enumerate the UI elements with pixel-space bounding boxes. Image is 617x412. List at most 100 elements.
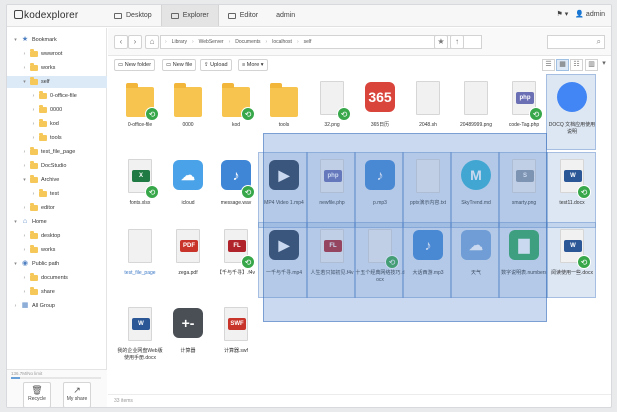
file-item[interactable]: ⟲ 0-office-file: [114, 74, 164, 150]
forward-button[interactable]: ›: [128, 35, 142, 49]
file-item[interactable]: Ssmarty.png: [498, 152, 548, 228]
upload-button[interactable]: ⇪ Upload: [200, 59, 232, 71]
more-button[interactable]: ≡ More ▾: [238, 59, 268, 71]
menu-item-editor[interactable]: Editor: [219, 5, 267, 26]
tree-item-9[interactable]: › DocStudio: [7, 160, 107, 172]
file-item[interactable]: ♪ 大话西游.mp3: [402, 222, 452, 298]
tree-item-5[interactable]: › 0000: [7, 104, 107, 116]
split-view-icon[interactable]: ☷: [570, 59, 583, 71]
file-item[interactable]: ▶ MP4 Video 1.mp4: [258, 152, 308, 228]
file-item[interactable]: ♪ ⟲ message.wav: [210, 152, 260, 228]
expand-arrow-icon[interactable]: ›: [13, 303, 18, 309]
breadcrumb-item[interactable]: self: [301, 39, 315, 45]
expand-arrow-icon[interactable]: ›: [22, 149, 27, 155]
breadcrumb-item[interactable]: Documents: [232, 39, 263, 45]
file-item[interactable]: ☁ 天气: [450, 222, 500, 298]
expand-arrow-icon[interactable]: ›: [22, 247, 27, 253]
file-item[interactable]: ☁ icloud: [162, 152, 212, 228]
tree-item-15[interactable]: › works: [7, 244, 107, 256]
tree-item-6[interactable]: › kod: [7, 118, 107, 130]
expand-arrow-icon[interactable]: ›: [31, 107, 36, 113]
file-item[interactable]: php ⟲ code-Tag.php: [498, 74, 548, 150]
file-item[interactable]: 2048.sh: [402, 74, 452, 150]
sort-icon[interactable]: ▾: [598, 59, 610, 71]
tree-item-18[interactable]: › share: [7, 286, 107, 298]
app-logo[interactable]: kodexplorer: [14, 10, 78, 21]
recycle-button[interactable]: 🗑 Recycle: [23, 382, 51, 407]
expand-arrow-icon[interactable]: ›: [31, 191, 36, 197]
my-share-button[interactable]: ↗ My share: [63, 382, 91, 407]
file-item[interactable]: ⟲ 32.png: [306, 74, 356, 150]
tree-item-19[interactable]: › ▦ All Group: [7, 300, 107, 312]
tree-item-4[interactable]: › 0-office-file: [7, 90, 107, 102]
file-item[interactable]: W 我的企业网盘Web版使用手册.docx: [114, 300, 164, 376]
file-item[interactable]: PDF zega.pdf: [162, 222, 212, 298]
home-button[interactable]: ⌂: [145, 35, 159, 49]
menu-item-desktop[interactable]: Desktop: [105, 5, 161, 26]
file-item[interactable]: ⟲ 十五个经典网络技巧.docx: [354, 222, 405, 298]
file-item[interactable]: X ⟲ fonts.xlsx: [114, 152, 164, 228]
tree-item-13[interactable]: ▾ ⌂ Home: [7, 216, 107, 228]
tree-item-14[interactable]: › desktop: [7, 230, 107, 242]
file-item[interactable]: tools: [258, 74, 308, 150]
bookmark-button[interactable]: ★: [434, 35, 448, 49]
expand-arrow-icon[interactable]: ›: [22, 275, 27, 281]
tree-item-11[interactable]: › test: [7, 188, 107, 200]
search-input[interactable]: ⌕: [547, 35, 605, 49]
file-item[interactable]: DOCQ 文档应用使用说明: [546, 74, 596, 150]
tree-item-17[interactable]: › documents: [7, 272, 107, 284]
new-folder-button[interactable]: ▭ New folder: [114, 59, 156, 71]
flag-icon[interactable]: ⚑ ▾: [557, 10, 569, 18]
expand-arrow-icon[interactable]: ›: [22, 233, 27, 239]
tree-item-12[interactable]: › editor: [7, 202, 107, 214]
breadcrumb-item[interactable]: Library: [169, 39, 190, 45]
expand-arrow-icon[interactable]: ›: [22, 51, 27, 57]
expand-arrow-icon[interactable]: ›: [22, 65, 27, 71]
expand-arrow-icon[interactable]: ›: [22, 205, 27, 211]
breadcrumb-item[interactable]: localhost: [269, 39, 295, 45]
file-item[interactable]: pptx演示内容.txt: [402, 152, 452, 228]
file-item[interactable]: W ⟲ test11.docx: [546, 152, 596, 228]
file-item[interactable]: M SkyTrend.md: [450, 152, 500, 228]
grid-view-icon[interactable]: ▦: [556, 59, 569, 71]
tree-item-2[interactable]: › works: [7, 62, 107, 74]
collapse-arrow-icon[interactable]: ▾: [13, 219, 18, 225]
tree-item-10[interactable]: ▾ Archive: [7, 174, 107, 186]
tree-item-3[interactable]: ▾ self: [7, 76, 107, 88]
file-item[interactable]: ▇ 数字说明表.numbers: [498, 222, 548, 298]
breadcrumb-item[interactable]: WebServer: [196, 39, 227, 45]
collapse-arrow-icon[interactable]: ▾: [22, 177, 27, 183]
expand-arrow-icon[interactable]: ›: [22, 289, 27, 295]
menu-item-admin[interactable]: admin: [267, 5, 304, 26]
tree-item-0[interactable]: ▾ ★ Bookmark: [7, 34, 107, 46]
expand-arrow-icon[interactable]: ›: [22, 163, 27, 169]
file-item[interactable]: 20489999.png: [450, 74, 500, 150]
list-view-icon[interactable]: ☰: [542, 59, 555, 71]
expand-arrow-icon[interactable]: ›: [31, 135, 36, 141]
file-item[interactable]: ⟲ kod: [210, 74, 260, 150]
file-item[interactable]: W ⟲ 阅读使用一些.docx: [546, 222, 596, 298]
file-item[interactable]: +- 计算器: [162, 300, 212, 376]
file-item[interactable]: 365 365日历: [354, 74, 404, 150]
tree-item-1[interactable]: › wwwroot: [7, 48, 107, 60]
tree-item-7[interactable]: › tools: [7, 132, 107, 144]
new-file-button[interactable]: ▭ New file: [162, 59, 197, 71]
file-item[interactable]: FL ⟲ 【千与千寻】.f4v: [210, 222, 260, 298]
back-button[interactable]: ‹: [114, 35, 128, 49]
menu-item-explorer[interactable]: Explorer: [160, 5, 219, 26]
expand-arrow-icon[interactable]: ›: [31, 121, 36, 127]
up-button[interactable]: ↑: [450, 35, 464, 49]
expand-arrow-icon[interactable]: ›: [31, 93, 36, 99]
file-item[interactable]: php newfile.php: [306, 152, 356, 228]
file-item[interactable]: FL 人生若只如初见.f4v: [306, 222, 356, 298]
tree-item-16[interactable]: ▾ ◉ Public path: [7, 258, 107, 270]
file-item[interactable]: test_file_page: [114, 222, 164, 298]
file-item[interactable]: ♪ p.mp3: [354, 152, 404, 228]
tree-item-8[interactable]: › test_file_page: [7, 146, 107, 158]
user-menu[interactable]: 👤 admin: [575, 10, 605, 18]
column-view-icon[interactable]: ▥: [585, 59, 598, 71]
file-item[interactable]: ▶ 一千与千寻.mp4: [258, 222, 308, 298]
file-item[interactable]: 0000: [162, 74, 212, 150]
file-item[interactable]: SWF 计算器.swf: [210, 300, 260, 376]
collapse-arrow-icon[interactable]: ▾: [13, 261, 18, 267]
